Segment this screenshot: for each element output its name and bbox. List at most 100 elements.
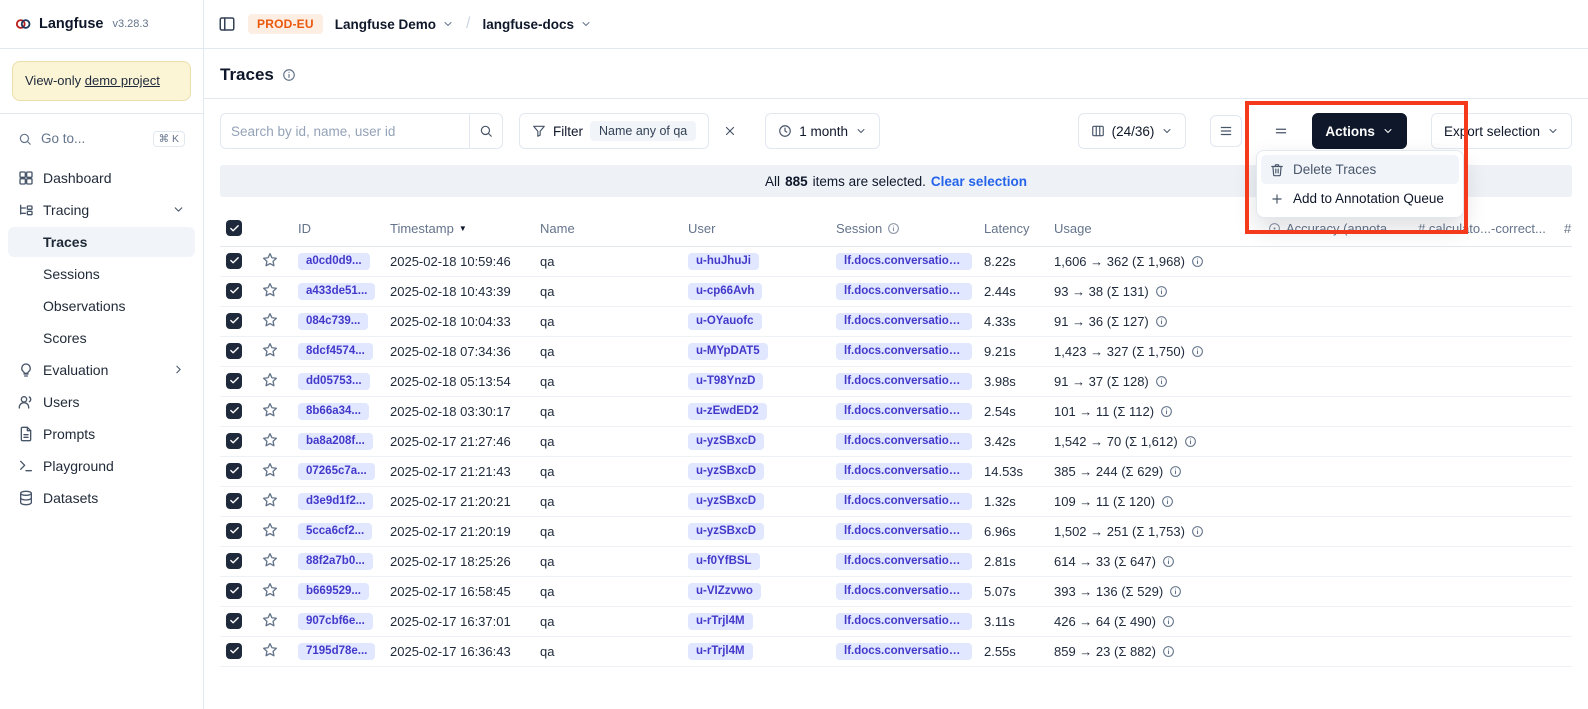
row-checkbox[interactable] bbox=[226, 463, 242, 479]
row-checkbox[interactable] bbox=[226, 283, 242, 299]
user-badge[interactable]: u-rTrjl4M bbox=[688, 643, 753, 660]
demo-project-link[interactable]: demo project bbox=[85, 73, 160, 88]
bookmark-star-icon[interactable] bbox=[262, 252, 278, 268]
bookmark-star-icon[interactable] bbox=[262, 522, 278, 538]
sidebar-item-datasets[interactable]: Datasets bbox=[8, 483, 195, 513]
row-checkbox[interactable] bbox=[226, 523, 242, 539]
table-row[interactable]: d3e9d1f2... 2025-02-17 21:20:21 qa u-yzS… bbox=[220, 486, 1572, 516]
trace-id-badge[interactable]: d3e9d1f2... bbox=[298, 493, 373, 510]
project-selector[interactable]: langfuse-docs bbox=[482, 17, 592, 32]
clear-selection-link[interactable]: Clear selection bbox=[931, 174, 1027, 189]
session-badge[interactable]: lf.docs.conversation... bbox=[836, 253, 972, 270]
session-badge[interactable]: lf.docs.conversation... bbox=[836, 493, 972, 510]
bookmark-star-icon[interactable] bbox=[262, 462, 278, 478]
select-all-checkbox[interactable] bbox=[226, 220, 242, 236]
search-input[interactable] bbox=[220, 113, 470, 149]
sidebar-toggle-button[interactable] bbox=[218, 15, 236, 33]
user-badge[interactable]: u-huJhuJi bbox=[688, 253, 759, 270]
trace-id-badge[interactable]: ba8a208f... bbox=[298, 433, 373, 450]
column-header-timestamp[interactable]: Timestamp▼ bbox=[384, 211, 534, 246]
trace-id-badge[interactable]: 8b66a34... bbox=[298, 403, 369, 420]
session-badge[interactable]: lf.docs.conversation... bbox=[836, 553, 972, 570]
session-badge[interactable]: lf.docs.conversation... bbox=[836, 403, 972, 420]
session-badge[interactable]: lf.docs.conversation... bbox=[836, 433, 972, 450]
table-row[interactable]: 07265c7a... 2025-02-17 21:21:43 qa u-yzS… bbox=[220, 456, 1572, 486]
sidebar-item-playground[interactable]: Playground bbox=[8, 451, 195, 481]
row-checkbox[interactable] bbox=[226, 253, 242, 269]
bookmark-star-icon[interactable] bbox=[262, 432, 278, 448]
user-badge[interactable]: u-cp66Avh bbox=[688, 283, 762, 300]
bookmark-star-icon[interactable] bbox=[262, 582, 278, 598]
sidebar-item-sessions[interactable]: Sessions bbox=[8, 259, 195, 289]
org-selector[interactable]: Langfuse Demo bbox=[335, 17, 454, 32]
trace-id-badge[interactable]: a0cd0d9... bbox=[298, 253, 370, 270]
user-badge[interactable]: u-T98YnzD bbox=[688, 373, 763, 390]
row-checkbox[interactable] bbox=[226, 433, 242, 449]
column-header-latency[interactable]: Latency bbox=[978, 211, 1048, 246]
column-header-name[interactable]: Name bbox=[534, 211, 682, 246]
trace-id-badge[interactable]: 8dcf4574... bbox=[298, 343, 373, 360]
row-checkbox[interactable] bbox=[226, 313, 242, 329]
session-badge[interactable]: lf.docs.conversation... bbox=[836, 343, 972, 360]
trace-id-badge[interactable]: dd05753... bbox=[298, 373, 370, 390]
user-badge[interactable]: u-yzSBxcD bbox=[688, 523, 764, 540]
menu-item-add-to-annotation-queue[interactable]: Add to Annotation Queue bbox=[1261, 184, 1459, 213]
column-header-session[interactable]: Session bbox=[830, 211, 978, 246]
actions-button[interactable]: Actions bbox=[1312, 113, 1407, 149]
table-row[interactable]: 8dcf4574... 2025-02-18 07:34:36 qa u-MYp… bbox=[220, 336, 1572, 366]
user-badge[interactable]: u-OYauofc bbox=[688, 313, 762, 330]
table-row[interactable]: a433de51... 2025-02-18 10:43:39 qa u-cp6… bbox=[220, 276, 1572, 306]
trace-id-badge[interactable]: 7195d78e... bbox=[298, 643, 375, 660]
clear-filter-button[interactable] bbox=[715, 115, 745, 147]
table-row[interactable]: ba8a208f... 2025-02-17 21:27:46 qa u-yzS… bbox=[220, 426, 1572, 456]
table-row[interactable]: 5cca6cf2... 2025-02-17 21:20:19 qa u-yzS… bbox=[220, 516, 1572, 546]
bookmark-star-icon[interactable] bbox=[262, 342, 278, 358]
trace-id-badge[interactable]: 5cca6cf2... bbox=[298, 523, 372, 540]
row-checkbox[interactable] bbox=[226, 613, 242, 629]
sidebar-item-observations[interactable]: Observations bbox=[8, 291, 195, 321]
trace-id-badge[interactable]: 88f2a7b0... bbox=[298, 553, 373, 570]
bookmark-star-icon[interactable] bbox=[262, 312, 278, 328]
session-badge[interactable]: lf.docs.conversation... bbox=[836, 373, 972, 390]
row-checkbox[interactable] bbox=[226, 403, 242, 419]
user-badge[interactable]: u-rTrjl4M bbox=[688, 613, 753, 630]
bookmark-star-icon[interactable] bbox=[262, 642, 278, 658]
row-height-alt-button[interactable] bbox=[1266, 115, 1296, 147]
bookmark-star-icon[interactable] bbox=[262, 282, 278, 298]
table-row[interactable]: b669529... 2025-02-17 16:58:45 qa u-VIZz… bbox=[220, 576, 1572, 606]
row-checkbox[interactable] bbox=[226, 343, 242, 359]
table-row[interactable]: 8b66a34... 2025-02-18 03:30:17 qa u-zEwd… bbox=[220, 396, 1572, 426]
user-badge[interactable]: u-yzSBxcD bbox=[688, 493, 764, 510]
session-badge[interactable]: lf.docs.conversation... bbox=[836, 583, 972, 600]
trace-id-badge[interactable]: a433de51... bbox=[298, 283, 375, 300]
sidebar-item-traces[interactable]: Traces bbox=[8, 227, 195, 257]
table-row[interactable]: a0cd0d9... 2025-02-18 10:59:46 qa u-huJh… bbox=[220, 246, 1572, 276]
session-badge[interactable]: lf.docs.conversation... bbox=[836, 313, 972, 330]
row-checkbox[interactable] bbox=[226, 643, 242, 659]
trace-id-badge[interactable]: 07265c7a... bbox=[298, 463, 375, 480]
sidebar-item-dashboard[interactable]: Dashboard bbox=[8, 163, 195, 193]
user-badge[interactable]: u-f0YfBSL bbox=[688, 553, 760, 570]
session-badge[interactable]: lf.docs.conversation... bbox=[836, 643, 972, 660]
row-checkbox[interactable] bbox=[226, 583, 242, 599]
user-badge[interactable]: u-yzSBxcD bbox=[688, 433, 764, 450]
sidebar-item-prompts[interactable]: Prompts bbox=[8, 419, 195, 449]
row-checkbox[interactable] bbox=[226, 493, 242, 509]
user-badge[interactable]: u-yzSBxcD bbox=[688, 463, 764, 480]
column-header-usage[interactable]: Usage bbox=[1048, 211, 1262, 246]
table-row[interactable]: 88f2a7b0... 2025-02-17 18:25:26 qa u-f0Y… bbox=[220, 546, 1572, 576]
session-badge[interactable]: lf.docs.conversation... bbox=[836, 283, 972, 300]
bookmark-star-icon[interactable] bbox=[262, 492, 278, 508]
row-height-button[interactable] bbox=[1210, 115, 1242, 147]
sidebar-item-users[interactable]: Users bbox=[8, 387, 195, 417]
user-badge[interactable]: u-VIZzvwo bbox=[688, 583, 761, 600]
row-checkbox[interactable] bbox=[226, 553, 242, 569]
table-row[interactable]: dd05753... 2025-02-18 05:13:54 qa u-T98Y… bbox=[220, 366, 1572, 396]
session-badge[interactable]: lf.docs.conversation... bbox=[836, 613, 972, 630]
table-row[interactable]: 084c739... 2025-02-18 10:04:33 qa u-OYau… bbox=[220, 306, 1572, 336]
goto-search[interactable]: Go to... ⌘ K bbox=[8, 124, 195, 154]
bookmark-star-icon[interactable] bbox=[262, 612, 278, 628]
table-row[interactable]: 907cbf6e... 2025-02-17 16:37:01 qa u-rTr… bbox=[220, 606, 1572, 636]
column-header-extra[interactable]: # c... bbox=[1558, 211, 1572, 246]
sidebar-item-tracing[interactable]: Tracing bbox=[8, 195, 195, 225]
